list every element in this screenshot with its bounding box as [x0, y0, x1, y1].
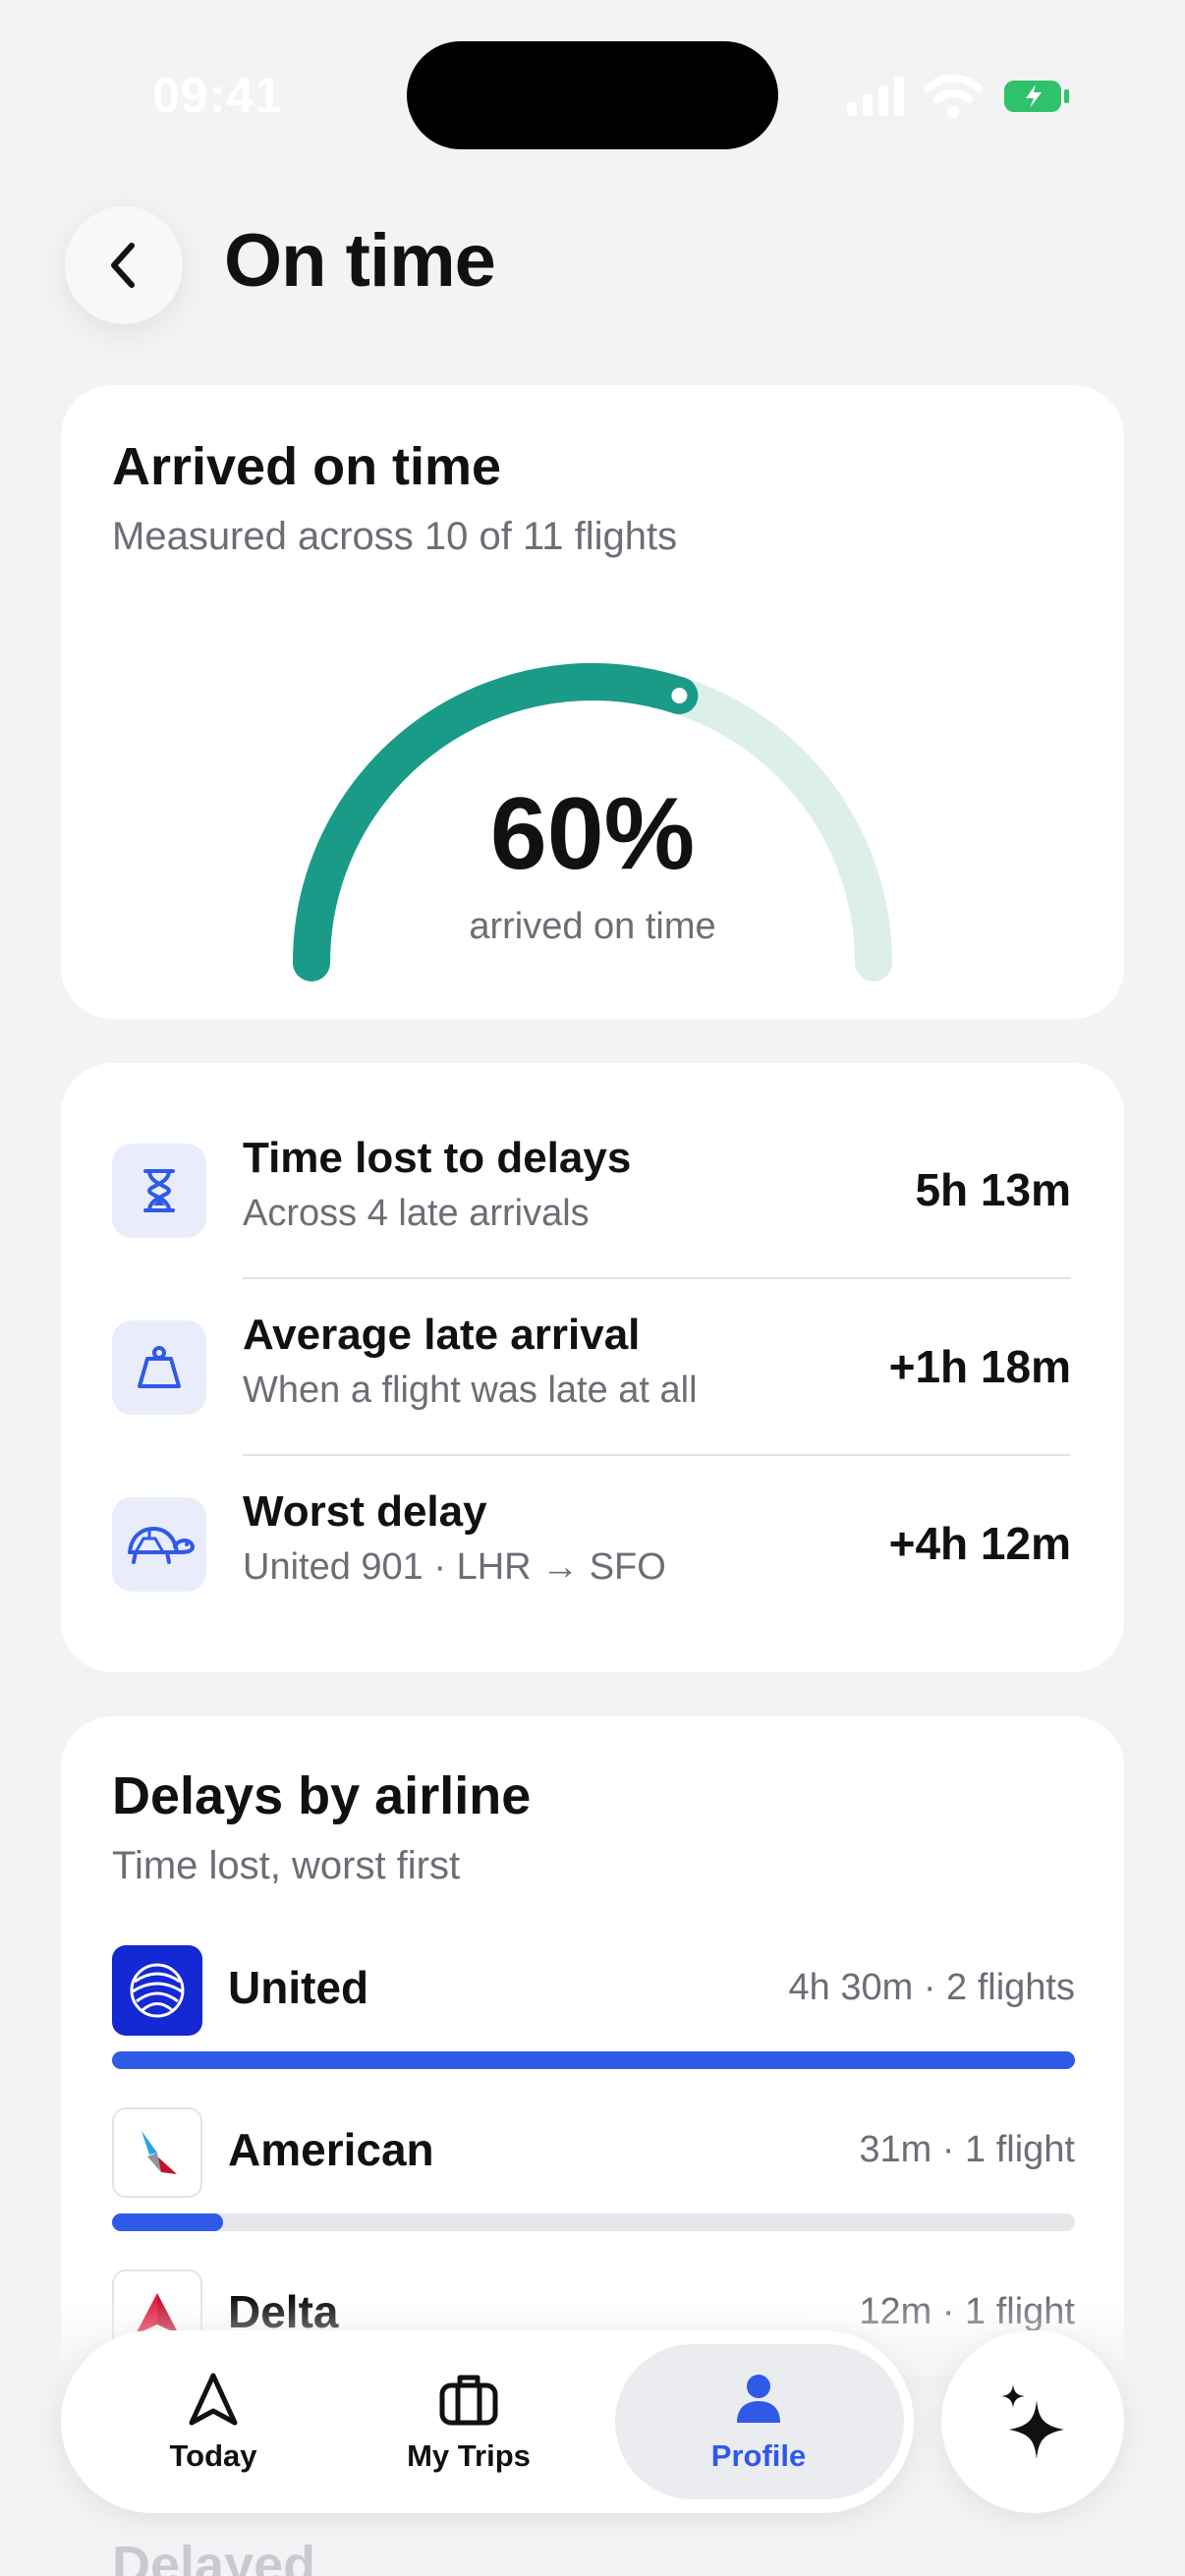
airline-row-united[interactable]: United 4h 30m · 2 flights	[112, 1945, 1075, 2112]
american-logo-icon	[112, 2107, 202, 2198]
weight-icon	[112, 1320, 206, 1415]
stat-subtitle: Across 4 late arrivals	[243, 1193, 590, 1234]
sparkles-icon	[1001, 2384, 1064, 2459]
gauge-knob	[665, 682, 694, 709]
person-icon	[737, 2375, 780, 2423]
hourglass-icon	[112, 1144, 206, 1238]
back-button[interactable]	[65, 206, 183, 324]
delay-stats-card: Time lost to delays Across 4 late arriva…	[61, 1063, 1124, 1672]
battery-icon	[1004, 81, 1069, 112]
airline-bar-track	[112, 2051, 1075, 2069]
airline-name: American	[228, 2124, 434, 2175]
stat-subtitle: United 901 · LHR → SFO	[243, 1546, 666, 1588]
assistant-button[interactable]	[941, 2330, 1124, 2513]
tab-label: Profile	[710, 2438, 807, 2473]
tab-label: My Trips	[407, 2438, 531, 2473]
stat-row-worst-delay[interactable]: Worst delay United 901 · LHR → SFO +4h 1…	[61, 1487, 1124, 1674]
card-subtitle: Measured across 10 of 11 flights	[112, 515, 678, 558]
stat-value: 5h 13m	[915, 1164, 1071, 1215]
page-title: On time	[224, 219, 496, 303]
stat-title: Worst delay	[243, 1487, 487, 1536]
stat-value: +1h 18m	[888, 1341, 1071, 1392]
status-time: 09:41	[152, 68, 283, 123]
airline-row-american[interactable]: American 31m · 1 flight	[112, 2107, 1075, 2274]
section-title-delayed: Delayed	[112, 2536, 316, 2576]
chevron-left-icon	[111, 243, 135, 288]
card-title: Arrived on time	[112, 437, 502, 496]
suitcase-icon	[439, 2375, 498, 2426]
airline-meta: 31m · 1 flight	[859, 2129, 1075, 2170]
divider	[243, 1454, 1071, 1456]
tab-my-trips[interactable]: My Trips	[385, 2330, 552, 2513]
cellular-signal-icon	[847, 77, 904, 116]
tab-label: Today	[169, 2438, 257, 2473]
turtle-icon	[112, 1497, 206, 1592]
tab-today[interactable]: Today	[130, 2330, 297, 2513]
navigation-arrow-icon	[189, 2373, 238, 2426]
airline-meta: 4h 30m · 2 flights	[788, 1967, 1075, 2008]
airline-bar-fill	[112, 2051, 1075, 2069]
card-subtitle: Time lost, worst first	[112, 1844, 461, 1887]
on-time-caption: arrived on time	[469, 906, 716, 947]
tab-bar: Today My Trips Profile	[61, 2330, 914, 2513]
airline-bar-track	[112, 2213, 1075, 2231]
stat-row-average-late[interactable]: Average late arrival When a flight was l…	[61, 1311, 1124, 1497]
on-time-percent: 60%	[489, 777, 696, 891]
stat-subtitle: When a flight was late at all	[243, 1370, 698, 1411]
stat-row-time-lost[interactable]: Time lost to delays Across 4 late arriva…	[61, 1134, 1124, 1320]
stat-title: Time lost to delays	[243, 1134, 632, 1182]
united-logo-icon	[112, 1945, 202, 2036]
status-bar: 09:41	[0, 0, 1185, 187]
dynamic-island	[407, 41, 778, 149]
stat-value: +4h 12m	[888, 1518, 1071, 1569]
on-time-card: Arrived on time Measured across 10 of 11…	[61, 385, 1124, 1019]
airline-bar-fill	[112, 2213, 223, 2231]
card-title: Delays by airline	[112, 1766, 532, 1825]
divider	[243, 1277, 1071, 1279]
screen: 09:41 On time Arrived on time Measured a…	[0, 0, 1185, 2576]
stat-title: Average late arrival	[243, 1311, 641, 1359]
tab-profile[interactable]: Profile	[660, 2330, 857, 2513]
airline-name: United	[228, 1962, 369, 2013]
wifi-icon	[924, 74, 983, 118]
